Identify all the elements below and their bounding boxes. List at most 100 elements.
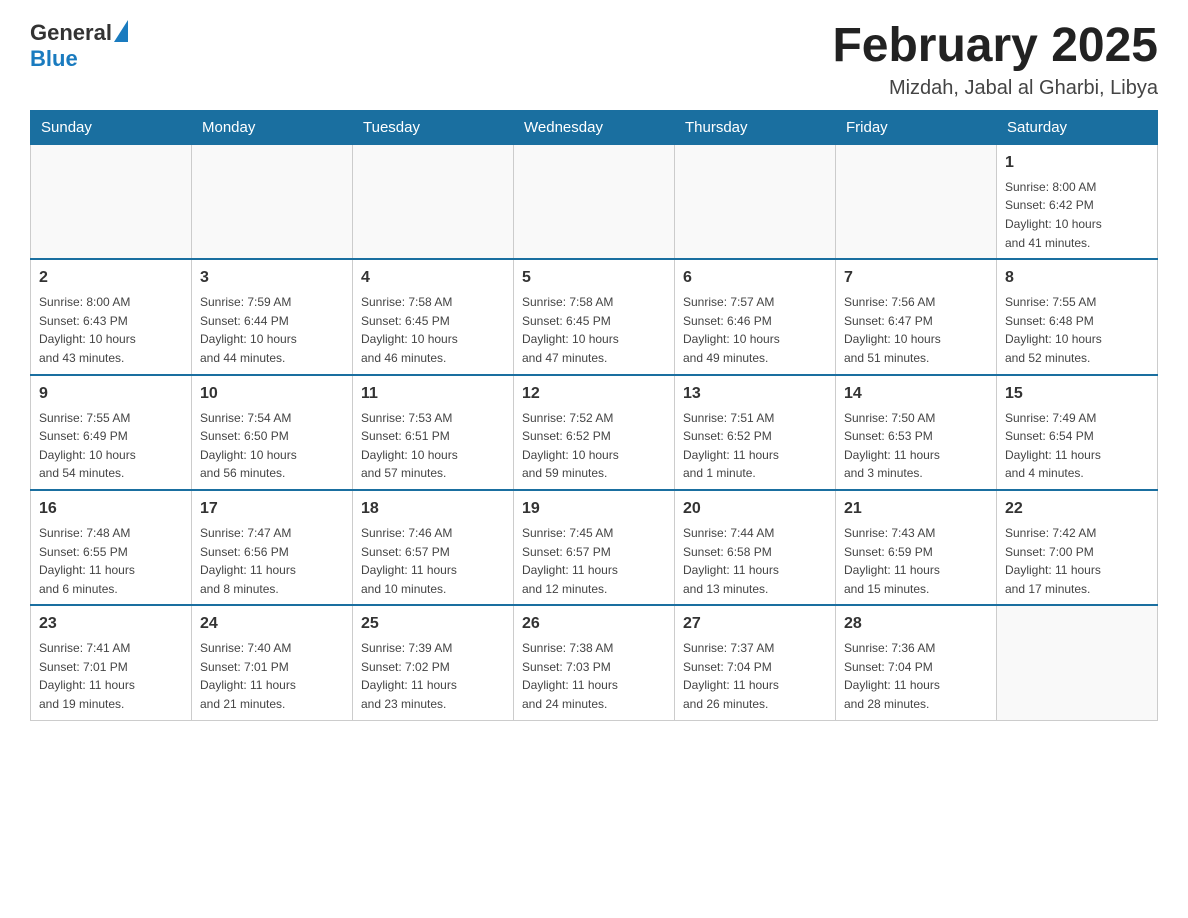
month-title: February 2025 xyxy=(832,20,1158,73)
calendar-day-cell xyxy=(353,144,514,259)
day-number: 22 xyxy=(1005,497,1149,521)
day-info: Sunrise: 7:38 AM Sunset: 7:03 PM Dayligh… xyxy=(522,639,666,713)
calendar-day-cell: 27 Sunrise: 7:37 AM Sunset: 7:04 PM Dayli… xyxy=(675,605,836,720)
calendar-day-cell: 9Sunrise: 7:55 AM Sunset: 6:49 PM Daylig… xyxy=(31,375,192,490)
day-number: 27 xyxy=(683,612,827,636)
day-number: 6 xyxy=(683,266,827,290)
day-info: Sunrise: 7:48 AM Sunset: 6:55 PM Dayligh… xyxy=(39,524,183,598)
calendar-day-cell: 8 Sunrise: 7:55 AM Sunset: 6:48 PM Daylig… xyxy=(997,259,1158,374)
day-info: Sunrise: 7:53 AM Sunset: 6:51 PM Dayligh… xyxy=(361,409,505,483)
calendar-header-monday: Monday xyxy=(192,110,353,144)
logo-general-text: General xyxy=(30,20,112,46)
calendar-day-cell: 20 Sunrise: 7:44 AM Sunset: 6:58 PM Dayli… xyxy=(675,490,836,605)
day-number: 19 xyxy=(522,497,666,521)
day-info: Sunrise: 7:46 AM Sunset: 6:57 PM Dayligh… xyxy=(361,524,505,598)
calendar-day-cell: 22 Sunrise: 7:42 AM Sunset: 7:00 PM Dayli… xyxy=(997,490,1158,605)
day-info: Sunrise: 7:44 AM Sunset: 6:58 PM Dayligh… xyxy=(683,524,827,598)
calendar-day-cell xyxy=(514,144,675,259)
calendar-day-cell: 2 Sunrise: 8:00 AM Sunset: 6:43 PM Daylig… xyxy=(31,259,192,374)
day-number: 23 xyxy=(39,612,183,636)
day-info: Sunrise: 7:55 AM Sunset: 6:49 PM Dayligh… xyxy=(39,409,183,483)
calendar-day-cell: 13Sunrise: 7:51 AM Sunset: 6:52 PM Dayli… xyxy=(675,375,836,490)
calendar-day-cell: 1 Sunrise: 8:00 AM Sunset: 6:42 PM Daylig… xyxy=(997,144,1158,259)
day-number: 7 xyxy=(844,266,988,290)
page-header: General Blue February 2025 Mizdah, Jabal… xyxy=(30,20,1158,100)
logo-triangle-icon xyxy=(114,20,128,42)
day-number: 3 xyxy=(200,266,344,290)
calendar-header-thursday: Thursday xyxy=(675,110,836,144)
day-info: Sunrise: 7:50 AM Sunset: 6:53 PM Dayligh… xyxy=(844,409,988,483)
calendar-day-cell: 4Sunrise: 7:58 AM Sunset: 6:45 PM Daylig… xyxy=(353,259,514,374)
calendar-day-cell xyxy=(836,144,997,259)
day-number: 25 xyxy=(361,612,505,636)
calendar-header-friday: Friday xyxy=(836,110,997,144)
calendar-day-cell: 23 Sunrise: 7:41 AM Sunset: 7:01 PM Dayli… xyxy=(31,605,192,720)
calendar-day-cell: 17Sunrise: 7:47 AM Sunset: 6:56 PM Dayli… xyxy=(192,490,353,605)
calendar-day-cell: 19 Sunrise: 7:45 AM Sunset: 6:57 PM Dayli… xyxy=(514,490,675,605)
title-block: February 2025 Mizdah, Jabal al Gharbi, L… xyxy=(832,20,1158,100)
calendar-header-tuesday: Tuesday xyxy=(353,110,514,144)
day-info: Sunrise: 7:55 AM Sunset: 6:48 PM Dayligh… xyxy=(1005,293,1149,367)
calendar-day-cell: 24Sunrise: 7:40 AM Sunset: 7:01 PM Dayli… xyxy=(192,605,353,720)
calendar-day-cell: 18Sunrise: 7:46 AM Sunset: 6:57 PM Dayli… xyxy=(353,490,514,605)
day-number: 1 xyxy=(1005,151,1149,175)
calendar-header-sunday: Sunday xyxy=(31,110,192,144)
calendar-day-cell: 6 Sunrise: 7:57 AM Sunset: 6:46 PM Daylig… xyxy=(675,259,836,374)
day-info: Sunrise: 7:43 AM Sunset: 6:59 PM Dayligh… xyxy=(844,524,988,598)
calendar-day-cell xyxy=(31,144,192,259)
calendar-day-cell: 16 Sunrise: 7:48 AM Sunset: 6:55 PM Dayli… xyxy=(31,490,192,605)
calendar-day-cell: 10 Sunrise: 7:54 AM Sunset: 6:50 PM Dayli… xyxy=(192,375,353,490)
calendar-day-cell: 25 Sunrise: 7:39 AM Sunset: 7:02 PM Dayli… xyxy=(353,605,514,720)
day-info: Sunrise: 7:58 AM Sunset: 6:45 PM Dayligh… xyxy=(522,293,666,367)
day-info: Sunrise: 7:41 AM Sunset: 7:01 PM Dayligh… xyxy=(39,639,183,713)
day-info: Sunrise: 7:39 AM Sunset: 7:02 PM Dayligh… xyxy=(361,639,505,713)
day-info: Sunrise: 7:56 AM Sunset: 6:47 PM Dayligh… xyxy=(844,293,988,367)
day-number: 2 xyxy=(39,266,183,290)
day-number: 13 xyxy=(683,382,827,406)
day-number: 10 xyxy=(200,382,344,406)
calendar-week-row: 2 Sunrise: 8:00 AM Sunset: 6:43 PM Daylig… xyxy=(31,259,1158,374)
day-number: 26 xyxy=(522,612,666,636)
calendar-header-row: SundayMondayTuesdayWednesdayThursdayFrid… xyxy=(31,110,1158,144)
day-number: 14 xyxy=(844,382,988,406)
calendar-header-saturday: Saturday xyxy=(997,110,1158,144)
day-number: 12 xyxy=(522,382,666,406)
calendar-week-row: 9Sunrise: 7:55 AM Sunset: 6:49 PM Daylig… xyxy=(31,375,1158,490)
day-number: 21 xyxy=(844,497,988,521)
day-info: Sunrise: 7:42 AM Sunset: 7:00 PM Dayligh… xyxy=(1005,524,1149,598)
day-info: Sunrise: 7:37 AM Sunset: 7:04 PM Dayligh… xyxy=(683,639,827,713)
calendar-day-cell: 28 Sunrise: 7:36 AM Sunset: 7:04 PM Dayli… xyxy=(836,605,997,720)
day-info: Sunrise: 7:59 AM Sunset: 6:44 PM Dayligh… xyxy=(200,293,344,367)
day-info: Sunrise: 7:52 AM Sunset: 6:52 PM Dayligh… xyxy=(522,409,666,483)
logo-blue-text: Blue xyxy=(30,46,78,72)
day-number: 8 xyxy=(1005,266,1149,290)
day-number: 5 xyxy=(522,266,666,290)
day-info: Sunrise: 7:49 AM Sunset: 6:54 PM Dayligh… xyxy=(1005,409,1149,483)
day-number: 28 xyxy=(844,612,988,636)
calendar-table: SundayMondayTuesdayWednesdayThursdayFrid… xyxy=(30,110,1158,721)
day-number: 16 xyxy=(39,497,183,521)
day-info: Sunrise: 7:45 AM Sunset: 6:57 PM Dayligh… xyxy=(522,524,666,598)
calendar-day-cell: 14 Sunrise: 7:50 AM Sunset: 6:53 PM Dayli… xyxy=(836,375,997,490)
day-info: Sunrise: 7:54 AM Sunset: 6:50 PM Dayligh… xyxy=(200,409,344,483)
day-info: Sunrise: 7:40 AM Sunset: 7:01 PM Dayligh… xyxy=(200,639,344,713)
calendar-header-wednesday: Wednesday xyxy=(514,110,675,144)
calendar-week-row: 23 Sunrise: 7:41 AM Sunset: 7:01 PM Dayli… xyxy=(31,605,1158,720)
calendar-day-cell xyxy=(192,144,353,259)
calendar-day-cell: 5 Sunrise: 7:58 AM Sunset: 6:45 PM Daylig… xyxy=(514,259,675,374)
calendar-day-cell: 7 Sunrise: 7:56 AM Sunset: 6:47 PM Daylig… xyxy=(836,259,997,374)
calendar-day-cell xyxy=(997,605,1158,720)
calendar-day-cell: 3 Sunrise: 7:59 AM Sunset: 6:44 PM Daylig… xyxy=(192,259,353,374)
calendar-day-cell: 12 Sunrise: 7:52 AM Sunset: 6:52 PM Dayli… xyxy=(514,375,675,490)
day-number: 20 xyxy=(683,497,827,521)
day-info: Sunrise: 7:57 AM Sunset: 6:46 PM Dayligh… xyxy=(683,293,827,367)
calendar-day-cell: 21 Sunrise: 7:43 AM Sunset: 6:59 PM Dayli… xyxy=(836,490,997,605)
day-info: Sunrise: 8:00 AM Sunset: 6:43 PM Dayligh… xyxy=(39,293,183,367)
calendar-day-cell: 26 Sunrise: 7:38 AM Sunset: 7:03 PM Dayli… xyxy=(514,605,675,720)
day-number: 11 xyxy=(361,382,505,406)
calendar-day-cell: 15Sunrise: 7:49 AM Sunset: 6:54 PM Dayli… xyxy=(997,375,1158,490)
calendar-week-row: 1 Sunrise: 8:00 AM Sunset: 6:42 PM Daylig… xyxy=(31,144,1158,259)
day-info: Sunrise: 7:58 AM Sunset: 6:45 PM Dayligh… xyxy=(361,293,505,367)
day-info: Sunrise: 7:36 AM Sunset: 7:04 PM Dayligh… xyxy=(844,639,988,713)
day-info: Sunrise: 8:00 AM Sunset: 6:42 PM Dayligh… xyxy=(1005,178,1149,252)
